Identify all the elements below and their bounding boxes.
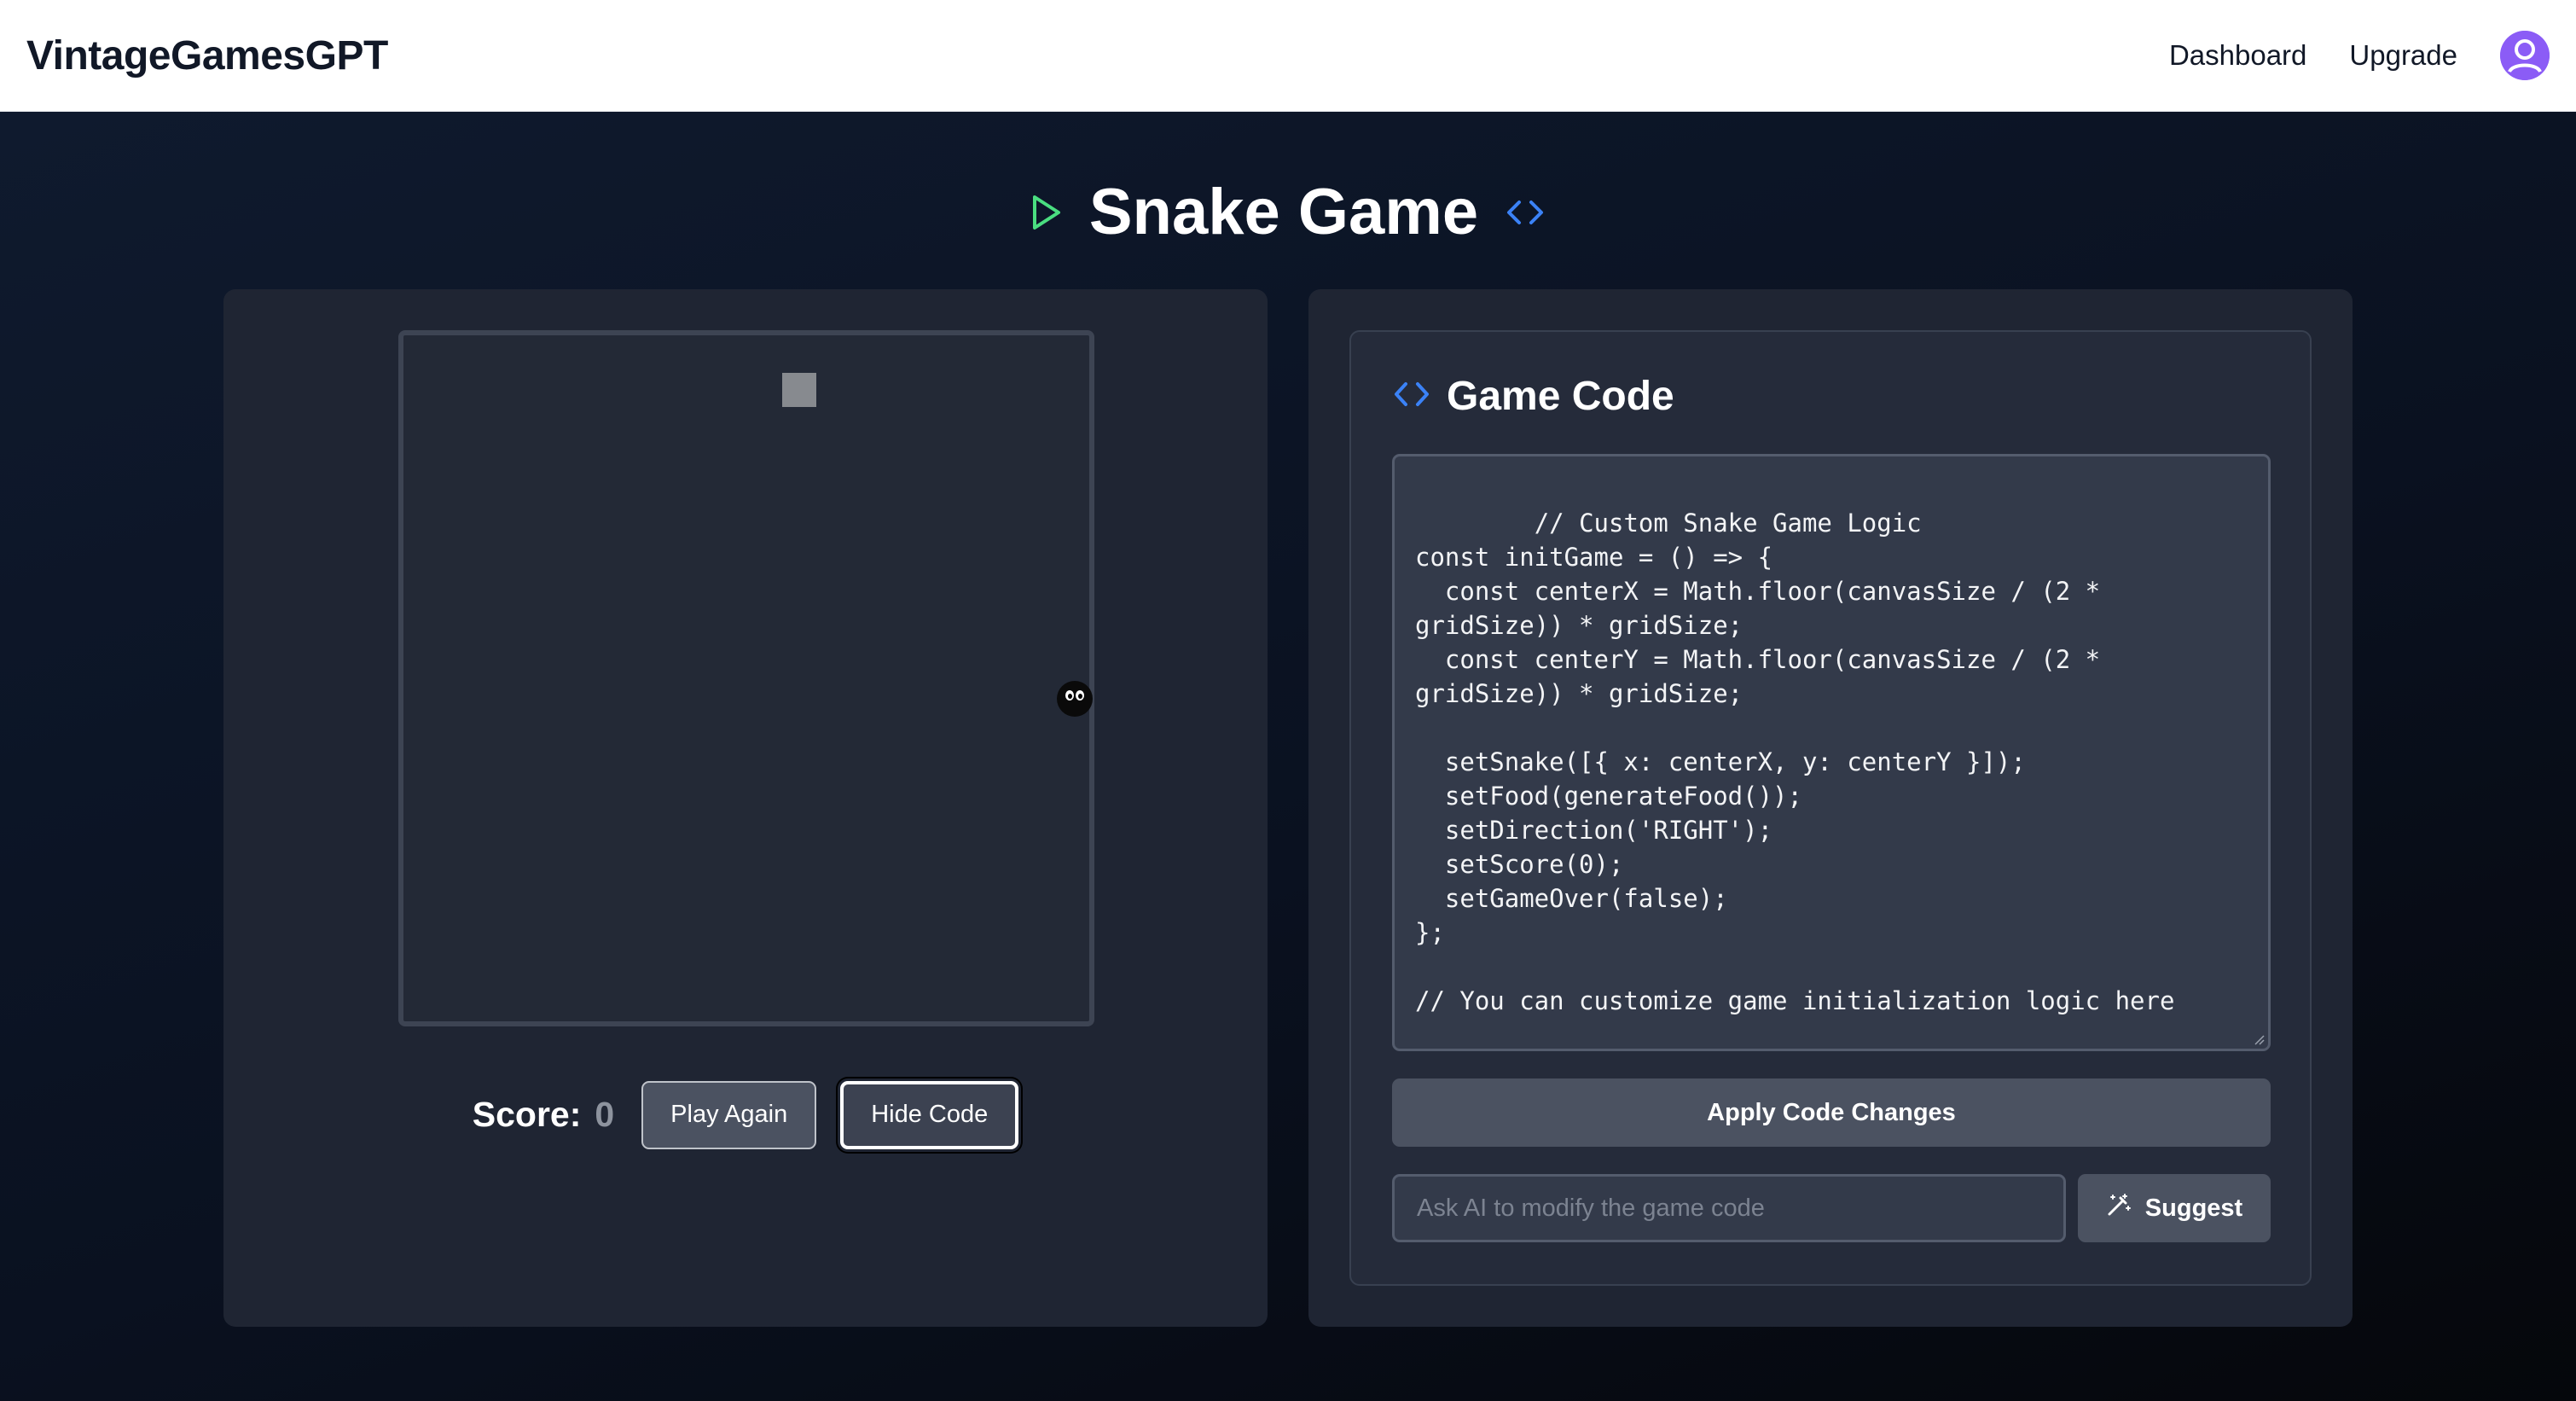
nav-links: Dashboard Upgrade	[2169, 31, 2550, 80]
food-tile	[782, 373, 816, 407]
code-panel-title: Game Code	[1447, 374, 1674, 419]
snake-eye-left	[1065, 690, 1074, 700]
suggest-button[interactable]: Suggest	[2078, 1174, 2271, 1242]
score-value: 0	[595, 1095, 615, 1134]
play-again-button[interactable]: Play Again	[641, 1080, 817, 1149]
suggest-label: Suggest	[2144, 1194, 2243, 1222]
code-icon	[1392, 379, 1431, 414]
user-avatar-icon[interactable]	[2500, 31, 2550, 80]
code-icon[interactable]	[1504, 195, 1546, 230]
nav-dashboard-link[interactable]: Dashboard	[2169, 39, 2306, 72]
code-text[interactable]: // Custom Snake Game Logic const initGam…	[1415, 509, 2174, 1015]
top-navbar: VintageGamesGPT Dashboard Upgrade	[0, 0, 2576, 112]
apply-code-button[interactable]: Apply Code Changes	[1392, 1078, 2271, 1147]
game-board[interactable]	[398, 330, 1094, 1026]
brand-logo[interactable]: VintageGamesGPT	[26, 32, 388, 79]
snake-head	[1057, 681, 1093, 717]
game-controls: Score: 0 Play Again Hide Code	[223, 1078, 1268, 1151]
score-label: Score:	[472, 1095, 582, 1134]
score-display: Score: 0	[473, 1095, 614, 1135]
main-content: Snake Game Score: 0 Play Again Hide Code	[0, 112, 2576, 1401]
page-header: Snake Game	[0, 163, 2576, 261]
game-panel: Score: 0 Play Again Hide Code	[223, 289, 1268, 1327]
hide-code-button[interactable]: Hide Code	[840, 1080, 1019, 1149]
code-header: Game Code	[1392, 373, 1674, 420]
ai-prompt-input[interactable]	[1392, 1174, 2066, 1242]
resize-handle-icon[interactable]	[2253, 1033, 2265, 1045]
code-card: Game Code // Custom Snake Game Logic con…	[1349, 330, 2312, 1286]
page-title: Snake Game	[1088, 176, 1479, 248]
snake-eye-right	[1076, 690, 1084, 700]
magic-wand-icon	[2106, 1192, 2132, 1224]
nav-upgrade-link[interactable]: Upgrade	[2349, 39, 2457, 72]
play-icon	[1030, 194, 1064, 231]
code-panel: Game Code // Custom Snake Game Logic con…	[1308, 289, 2353, 1327]
code-editor[interactable]: // Custom Snake Game Logic const initGam…	[1392, 454, 2271, 1051]
